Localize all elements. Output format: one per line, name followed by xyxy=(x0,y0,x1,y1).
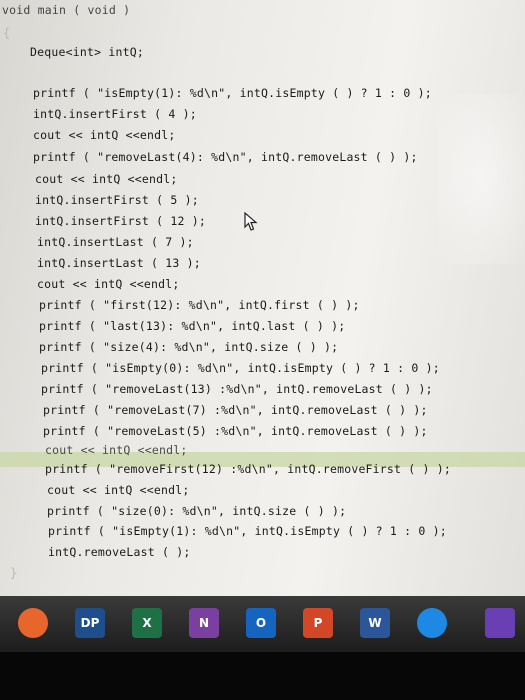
code-line: printf ( "size(0): %d\n", intQ.size ( ) … xyxy=(47,504,347,518)
word-icon[interactable]: W xyxy=(360,608,390,638)
code-line: cout << intQ <<endl; xyxy=(35,172,178,186)
outlook-icon[interactable]: O xyxy=(246,608,276,638)
code-line: printf ( "first(12): %d\n", intQ.first (… xyxy=(39,298,360,312)
onenote-icon[interactable]: N xyxy=(189,608,219,638)
mouse-pointer-icon xyxy=(244,212,258,231)
code-editor-screen: void main ( void ) { Deque<int> intQ; pr… xyxy=(0,0,525,596)
code-line: printf ( "isEmpty(1): %d\n", intQ.isEmpt… xyxy=(48,524,447,538)
powerpoint-icon[interactable]: P xyxy=(303,608,333,638)
firefox-icon[interactable] xyxy=(18,608,48,638)
code-line: printf ( "removeLast(5) :%d\n", intQ.rem… xyxy=(43,424,428,438)
deque-declaration: Deque<int> intQ; xyxy=(30,45,144,59)
photoshop-dp-icon[interactable]: DP xyxy=(75,608,105,638)
function-header: void main ( void ) xyxy=(2,3,131,17)
code-line: cout << intQ <<endl; xyxy=(37,277,180,291)
code-line: printf ( "removeLast(4): %d\n", intQ.rem… xyxy=(33,150,418,164)
edge-icon[interactable] xyxy=(417,608,447,638)
code-line: printf ( "removeLast(7) :%d\n", intQ.rem… xyxy=(43,403,428,417)
code-area[interactable]: void main ( void ) { Deque<int> intQ; pr… xyxy=(0,0,525,596)
code-line: intQ.insertFirst ( 12 ); xyxy=(35,214,206,228)
code-line: cout << intQ <<endl; xyxy=(33,128,176,142)
code-line: intQ.insertFirst ( 4 ); xyxy=(33,107,197,121)
code-line: intQ.removeLast ( ); xyxy=(48,545,191,559)
code-line: printf ( "isEmpty(1): %d\n", intQ.isEmpt… xyxy=(33,86,432,100)
code-line: printf ( "removeLast(13) :%d\n", intQ.re… xyxy=(41,382,433,396)
code-line: intQ.insertFirst ( 5 ); xyxy=(35,193,199,207)
code-line: intQ.insertLast ( 7 ); xyxy=(37,235,194,249)
open-brace: { xyxy=(3,26,11,40)
monitor-bezel xyxy=(0,652,525,700)
code-line: cout << intQ <<endl; xyxy=(45,443,188,457)
visual-studio-icon[interactable] xyxy=(485,608,515,638)
code-line: intQ.insertLast ( 13 ); xyxy=(37,256,201,270)
code-line: printf ( "removeFirst(12) :%d\n", intQ.r… xyxy=(45,462,452,476)
close-brace: } xyxy=(10,566,18,580)
code-line: cout << intQ <<endl; xyxy=(47,483,190,497)
excel-icon[interactable]: X xyxy=(132,608,162,638)
code-line: printf ( "size(4): %d\n", intQ.size ( ) … xyxy=(39,340,339,354)
code-line: printf ( "last(13): %d\n", intQ.last ( )… xyxy=(39,319,346,333)
code-line: printf ( "isEmpty(0): %d\n", intQ.isEmpt… xyxy=(41,361,440,375)
